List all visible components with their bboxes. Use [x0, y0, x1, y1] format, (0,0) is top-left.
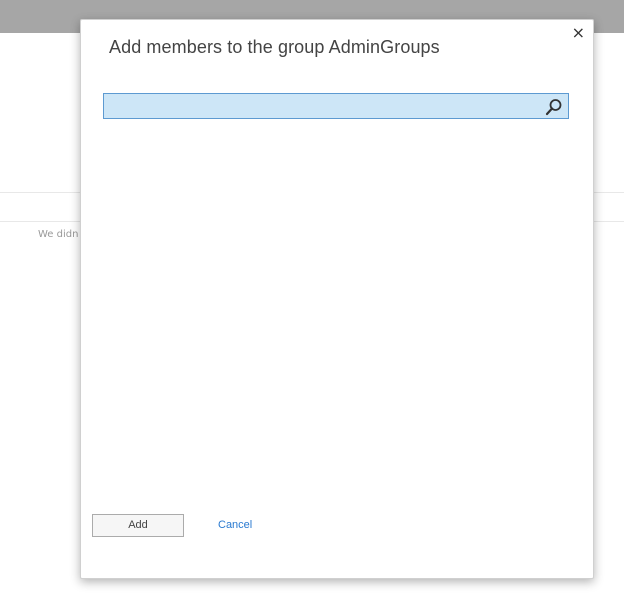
background-message: We didn: [38, 229, 79, 240]
search-icon[interactable]: [545, 98, 563, 116]
search-input[interactable]: [104, 94, 546, 118]
close-icon[interactable]: ×: [572, 23, 585, 42]
member-search-box[interactable]: [103, 93, 569, 119]
cancel-link[interactable]: Cancel: [218, 519, 252, 531]
add-members-dialog: Add members to the group AdminGroups × A…: [80, 19, 594, 579]
dialog-title: Add members to the group AdminGroups: [109, 37, 440, 57]
add-button[interactable]: Add: [92, 514, 184, 537]
